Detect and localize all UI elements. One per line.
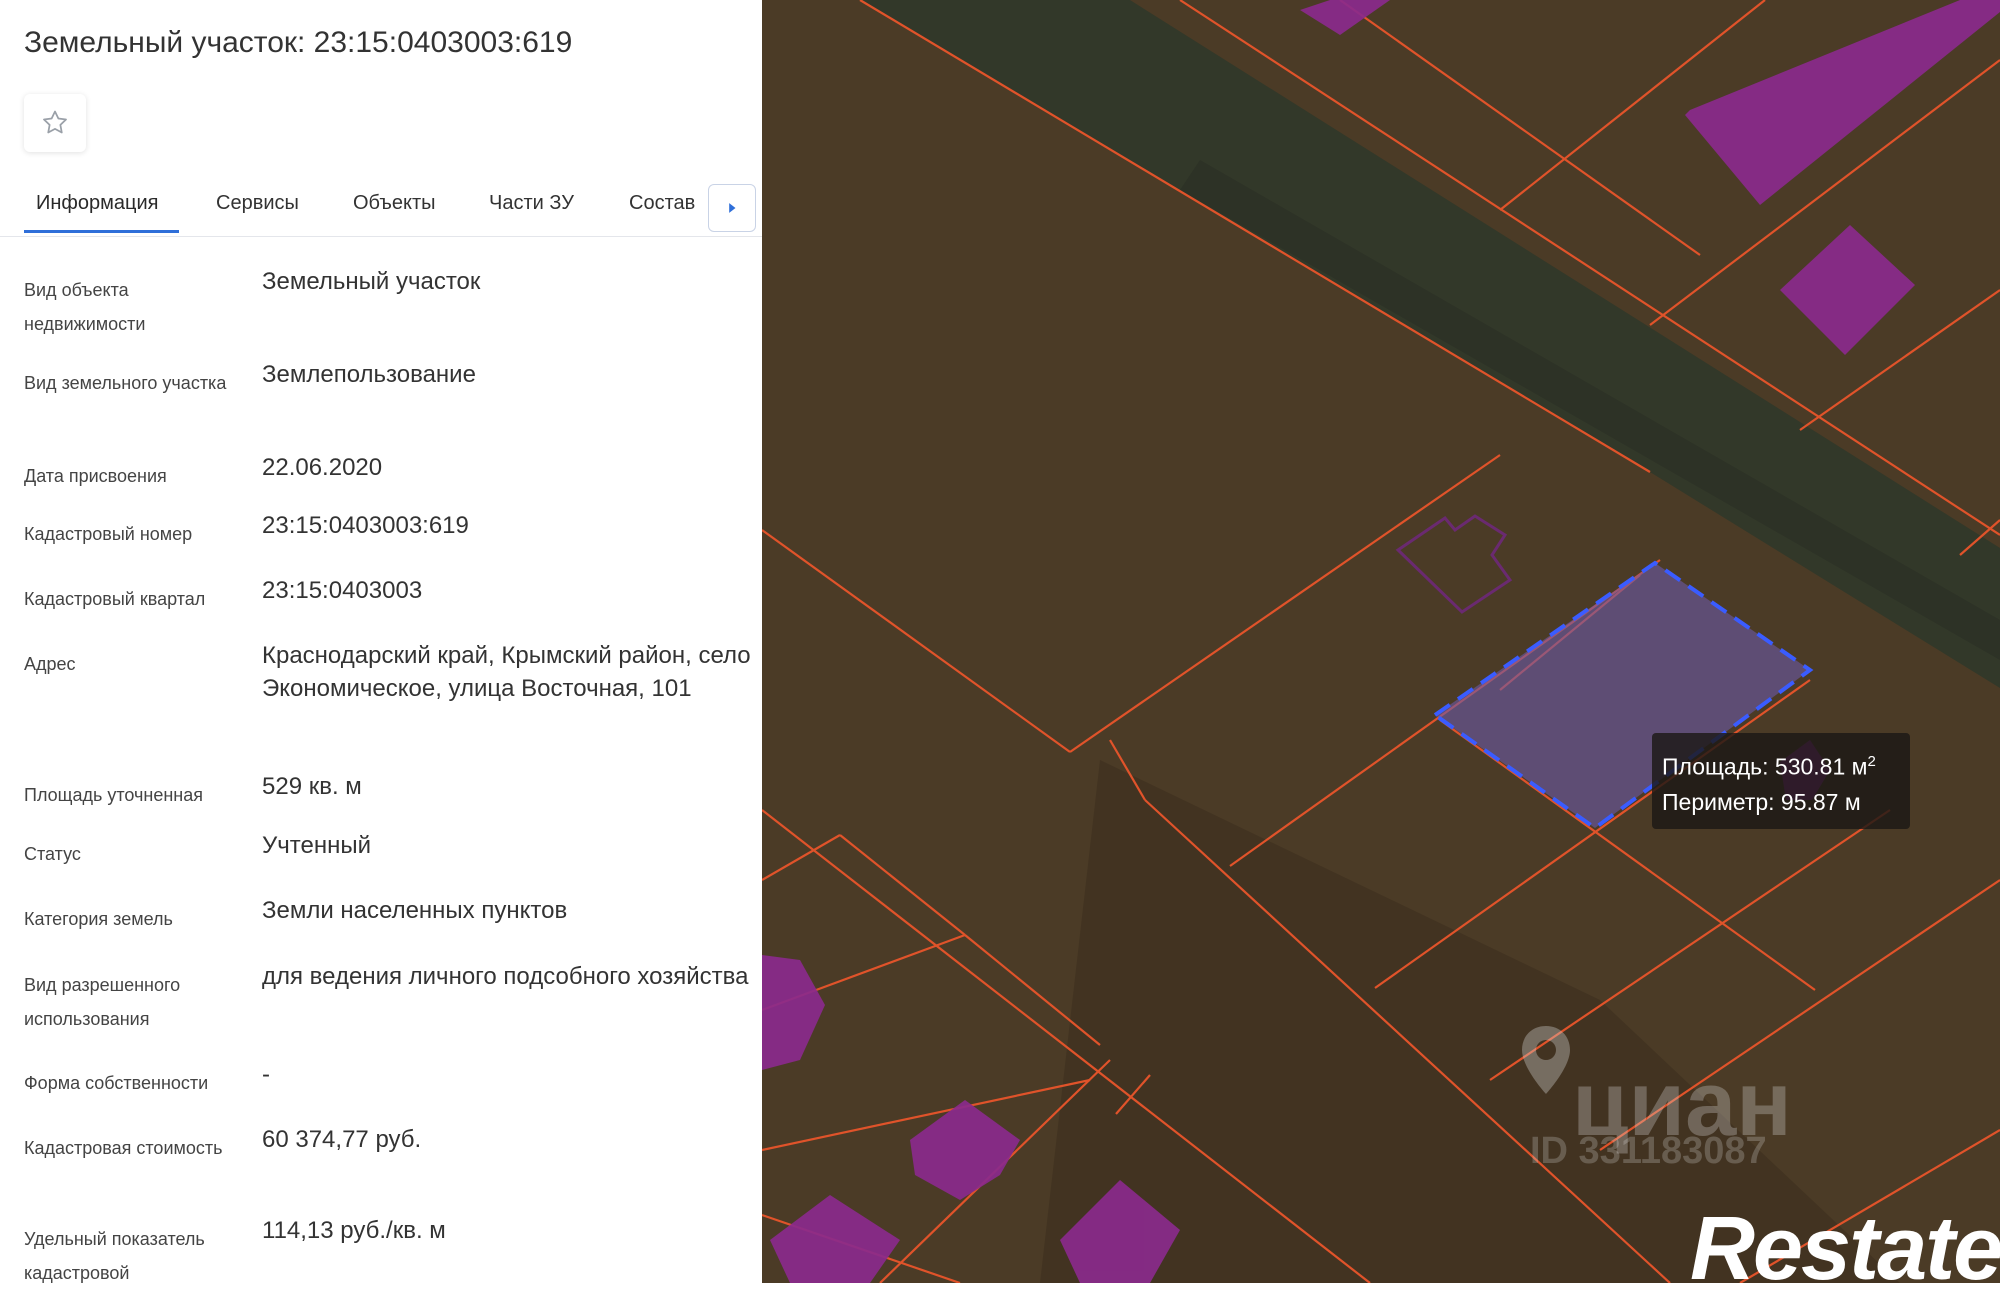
info-label: Адрес bbox=[24, 654, 76, 674]
restate-logo: Restate bbox=[1690, 1199, 2000, 1299]
info-value: Краснодарский край, Крымский район, село… bbox=[262, 642, 751, 702]
info-value: Учтенный bbox=[262, 832, 371, 859]
info-value: - bbox=[262, 1061, 270, 1088]
tab-services[interactable]: Сервисы bbox=[216, 192, 299, 215]
tab-parts[interactable]: Части ЗУ bbox=[489, 192, 574, 215]
info-label: Кадастровый квартал bbox=[24, 589, 206, 609]
tab-objects[interactable]: Объекты bbox=[353, 192, 435, 215]
info-value: для ведения личного подсобного хозяйства bbox=[262, 963, 749, 990]
info-label: Кадастровая стоимость bbox=[24, 1138, 223, 1158]
info-label: Форма собственности bbox=[24, 1073, 209, 1093]
info-value: Земельный участок bbox=[262, 268, 481, 295]
chevron-right-icon bbox=[729, 203, 736, 213]
tab-composition[interactable]: Состав bbox=[629, 192, 695, 215]
area-exponent: 2 bbox=[1867, 753, 1876, 770]
area-readout: Площадь: 530.81 м2 bbox=[1662, 753, 1876, 781]
info-value: Земли населенных пунктов bbox=[262, 897, 568, 924]
info-label: Категория земель bbox=[24, 909, 173, 929]
info-label: Вид объекта недвижимости bbox=[24, 280, 146, 334]
star-outline-icon bbox=[43, 110, 67, 134]
info-value: 22.06.2020 bbox=[262, 454, 383, 481]
active-tab-indicator bbox=[24, 230, 179, 233]
info-label: Статус bbox=[24, 844, 81, 864]
map-canvas[interactable] bbox=[762, 0, 2000, 1283]
info-value: 23:15:0403003 bbox=[262, 577, 423, 604]
info-label: Удельный показатель кадастровой bbox=[24, 1229, 205, 1283]
tab-bar: Информация Сервисы Объекты Части ЗУ Сост… bbox=[0, 182, 762, 237]
info-label: Вид разрешенного использования bbox=[24, 975, 181, 1029]
area-text: Площадь: 530.81 м bbox=[1662, 753, 1868, 780]
info-label: Кадастровый номер bbox=[24, 524, 193, 544]
cadastral-map[interactable] bbox=[762, 0, 2000, 1283]
info-label: Дата присвоения bbox=[24, 466, 167, 486]
perimeter-readout: Периметр: 95.87 м bbox=[1662, 789, 1861, 815]
measurement-tooltip: Площадь: 530.81 м2 Периметр: 95.87 м bbox=[1652, 733, 1910, 829]
info-value: 23:15:0403003:619 bbox=[262, 512, 469, 539]
tabs-scroll-right-button[interactable] bbox=[708, 184, 756, 232]
favorite-button[interactable] bbox=[24, 94, 86, 152]
info-value: 529 кв. м bbox=[262, 773, 362, 800]
info-value: Землепользование bbox=[262, 361, 476, 388]
info-value: 114,13 руб./кв. м bbox=[262, 1217, 446, 1244]
tab-information[interactable]: Информация bbox=[36, 192, 158, 215]
info-label: Площадь уточненная bbox=[24, 785, 203, 805]
listing-id-watermark: ID 331183087 bbox=[1530, 1130, 1767, 1172]
info-panel: Земельный участок: 23:15:0403003:619 Инф… bbox=[0, 0, 762, 1283]
info-value: 60 374,77 руб. bbox=[262, 1126, 422, 1153]
pin-icon bbox=[1522, 1026, 1570, 1094]
info-label: Вид земельного участка bbox=[24, 373, 227, 393]
page-title: Земельный участок: 23:15:0403003:619 bbox=[24, 26, 573, 59]
